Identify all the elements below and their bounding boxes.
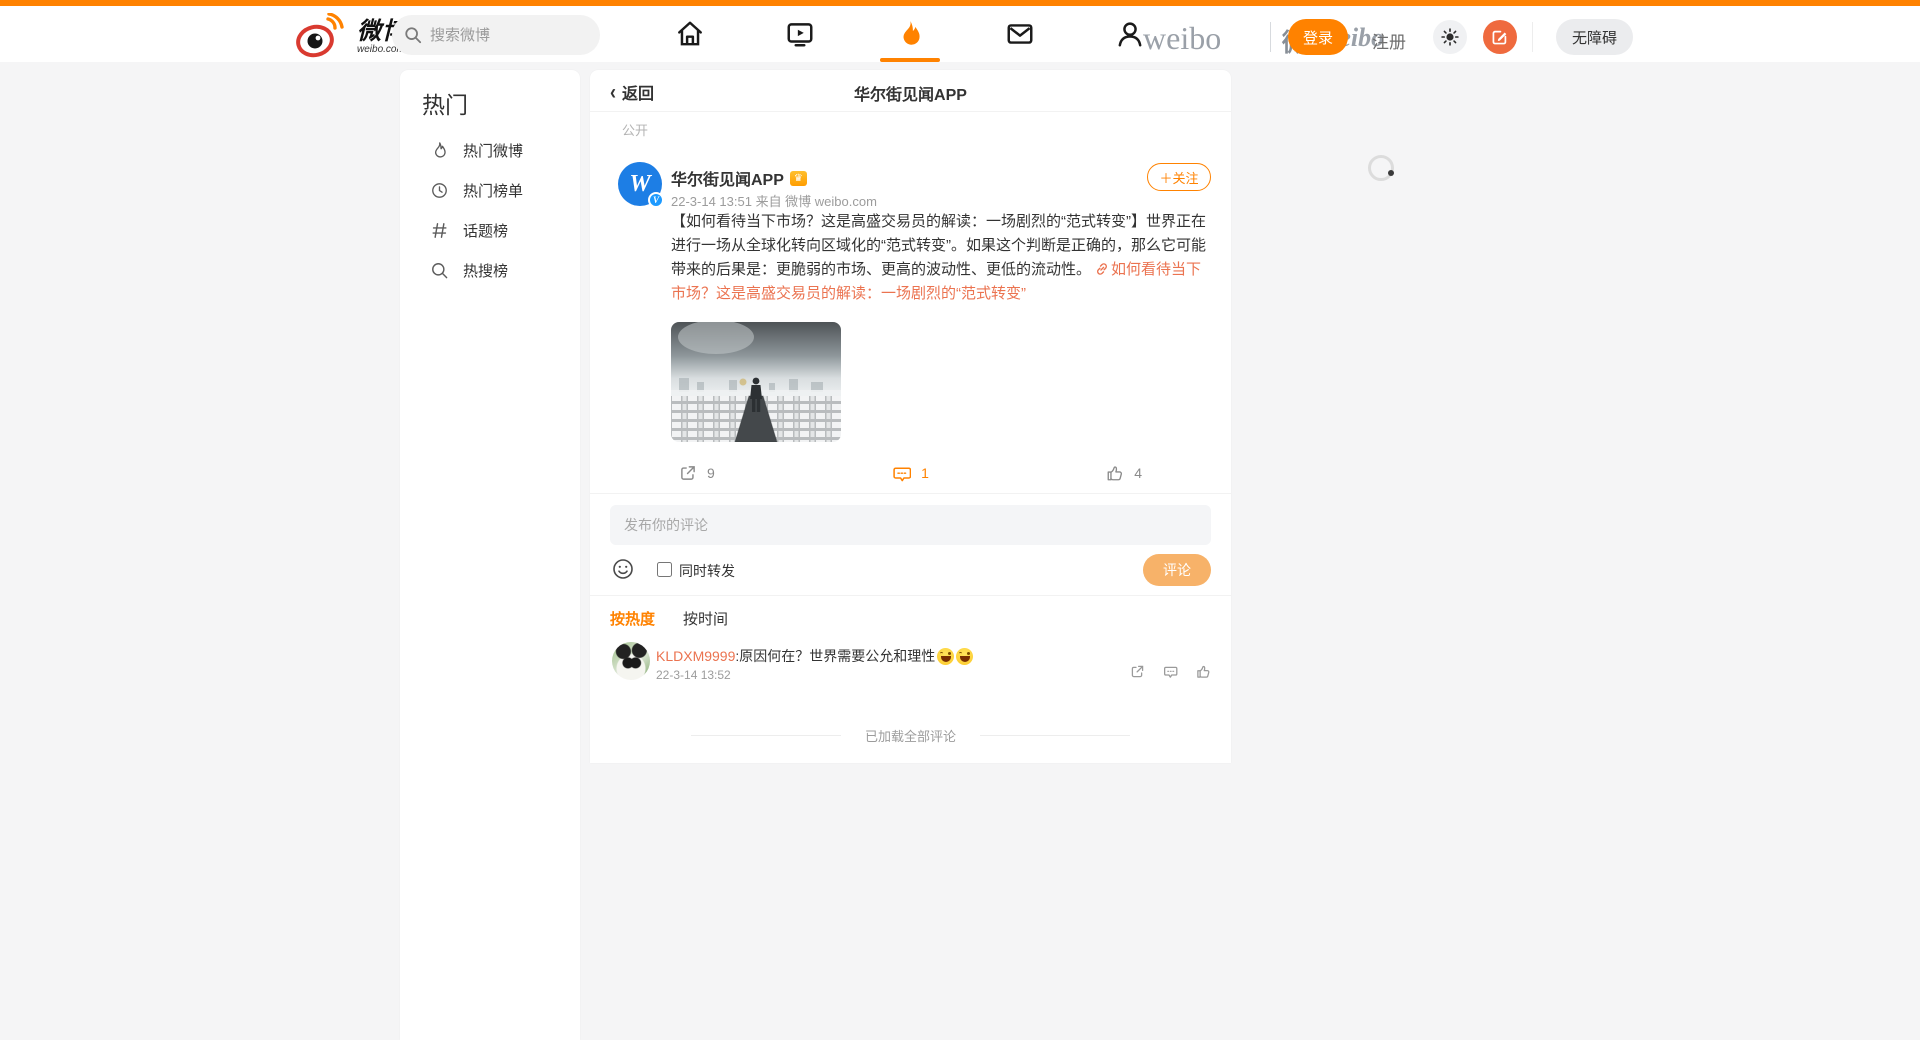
brand-divider: [1270, 22, 1271, 52]
commenter-avatar[interactable]: [612, 642, 650, 680]
sidebar-item-label: 热门榜单: [463, 180, 523, 201]
share-icon[interactable]: [1130, 664, 1145, 679]
end-note-text: 已加载全部评论: [865, 726, 956, 745]
comment-row: KLDXM9999:原因何在？世界需要公允和理性: [656, 646, 973, 666]
profile-icon[interactable]: [1115, 19, 1145, 49]
thumb-up-icon[interactable]: [1196, 664, 1211, 679]
home-icon[interactable]: [675, 19, 705, 49]
divider: [590, 493, 1231, 494]
repost-toggle-label[interactable]: 同时转发: [679, 561, 735, 581]
accessibility-button[interactable]: 无障碍: [1556, 19, 1633, 55]
avatar-letter: W: [629, 171, 650, 198]
video-icon[interactable]: [785, 19, 815, 49]
sidebar-item-label: 热门微博: [463, 140, 523, 161]
flame-icon: [430, 141, 449, 160]
divider: [980, 735, 1130, 736]
laugh-emoji-icon: [956, 648, 973, 665]
maze-man-picture: [671, 322, 841, 442]
topbar-divider: [1532, 22, 1533, 52]
commenter-name[interactable]: KLDXM9999: [656, 648, 735, 664]
comment-input[interactable]: [610, 505, 1211, 545]
search-icon: [430, 261, 449, 280]
follow-button[interactable]: ＋关注: [1147, 163, 1211, 191]
register-link[interactable]: 注册: [1372, 28, 1406, 53]
emoji-picker-icon[interactable]: [612, 558, 634, 580]
author-row: 华尔街见闻APP ♛: [671, 166, 807, 190]
clock-icon: [430, 181, 449, 200]
all-comments-loaded-note: 已加载全部评论: [590, 726, 1231, 745]
post-text: 【如何看待当下市场？这是高盛交易员的解读：一场剧烈的“范式转变”】世界正在进行一…: [671, 210, 1207, 306]
mail-icon[interactable]: [1005, 19, 1035, 49]
composer-row: 同时转发 评论: [610, 553, 1211, 587]
comment-action[interactable]: 1: [804, 453, 1018, 493]
comment-bubble-icon[interactable]: [1163, 664, 1178, 679]
search-box[interactable]: [392, 15, 600, 55]
tab-sort-by-time[interactable]: 按时间: [683, 608, 728, 629]
visibility-label: 公开: [622, 120, 648, 139]
author-avatar[interactable]: W V: [618, 162, 662, 206]
divider: [691, 735, 841, 736]
repost-count: 9: [707, 465, 715, 481]
link-icon: [1095, 262, 1109, 276]
hash-icon: [430, 221, 449, 240]
loading-spinner: [1368, 155, 1394, 181]
hot-fire-icon[interactable]: [895, 19, 925, 49]
top-navbar: 微博 weibo.com: [0, 0, 1920, 62]
post-action-bar: 9 1 4: [590, 453, 1231, 493]
login-button[interactable]: 登录: [1288, 19, 1348, 55]
brand-weibo-serif: weibo: [1143, 20, 1221, 57]
sidebar-title: 热门: [400, 70, 580, 130]
sidebar-item-hot-ranking[interactable]: 热门榜单: [400, 170, 580, 210]
divider: [590, 595, 1231, 596]
thumb-up-icon: [1106, 464, 1124, 482]
tab-sort-by-hot[interactable]: 按热度: [610, 608, 655, 629]
theme-toggle-button[interactable]: [1433, 20, 1467, 54]
author-name[interactable]: 华尔街见闻APP: [671, 166, 784, 190]
search-input[interactable]: [430, 27, 580, 44]
sidebar-item-label: 话题榜: [463, 220, 508, 241]
post-time-source: 22-3-14 13:51 来自 微博 weibo.com: [671, 191, 877, 210]
sidebar-item-hot-search[interactable]: 热搜榜: [400, 250, 580, 290]
sidebar-item-label: 热搜榜: [463, 260, 508, 281]
card-header: ‹ 返回 华尔街见闻APP: [590, 70, 1231, 112]
page-title: 华尔街见闻APP: [590, 81, 1231, 105]
comment-time: 22-3-14 13:52: [656, 668, 731, 682]
sidebar-item-topic-ranking[interactable]: 话题榜: [400, 210, 580, 250]
compose-button[interactable]: [1483, 20, 1517, 54]
search-icon: [404, 26, 422, 44]
vip-crown-icon: ♛: [790, 171, 807, 186]
laugh-emoji-icon: [937, 648, 954, 665]
comment-count: 1: [921, 465, 929, 481]
comment-sort-tabs: 按热度 按时间: [610, 608, 756, 629]
like-count: 4: [1134, 465, 1142, 481]
weibo-logo[interactable]: 微博 weibo.com: [295, 12, 407, 62]
weibo-app: 微博 weibo.com: [0, 0, 1920, 1040]
comment-actions: [1112, 664, 1211, 679]
post-detail-card: ‹ 返回 华尔街见闻APP 公开 W V 华尔街见闻APP ♛ 22-3-14 …: [590, 70, 1231, 763]
active-tab-underline: [880, 58, 940, 62]
comment-text: 原因何在？世界需要公允和理性: [739, 646, 935, 666]
share-icon: [679, 464, 697, 482]
submit-comment-button[interactable]: 评论: [1143, 554, 1211, 586]
sun-icon: [1441, 28, 1459, 46]
verified-badge-icon: V: [648, 192, 664, 208]
hot-sidebar: 热门 热门微博 热门榜单 话题榜: [400, 70, 580, 1040]
like-action[interactable]: 4: [1017, 453, 1231, 493]
weibo-eye-icon: [295, 13, 353, 61]
comment-bubble-icon: [892, 464, 911, 483]
sidebar-item-hot-weibo[interactable]: 热门微博: [400, 130, 580, 170]
repost-action[interactable]: 9: [590, 453, 804, 493]
post-image[interactable]: [671, 322, 841, 442]
compose-pencil-icon: [1491, 28, 1509, 46]
repost-checkbox[interactable]: [657, 562, 672, 577]
